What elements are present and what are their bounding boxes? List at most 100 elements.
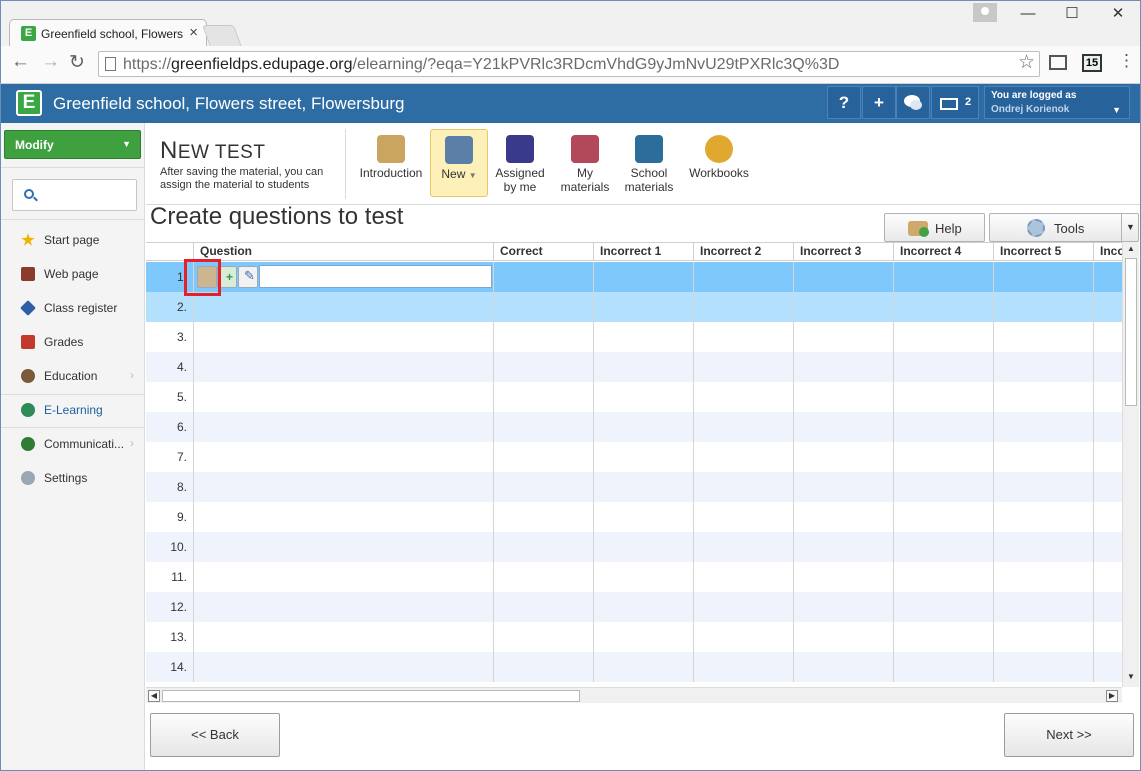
favicon-icon: E bbox=[21, 26, 36, 41]
cell-divider bbox=[793, 562, 794, 592]
column-header-incorrect-3[interactable]: Incorrect 3 bbox=[793, 243, 893, 261]
table-row[interactable]: 7. bbox=[146, 442, 1122, 472]
cell-divider bbox=[493, 352, 494, 382]
calendar-extension-icon[interactable]: 15 bbox=[1082, 54, 1102, 72]
window-close-icon[interactable]: ✕ bbox=[1103, 4, 1133, 24]
cell-divider bbox=[593, 532, 594, 562]
table-row[interactable]: 5. bbox=[146, 382, 1122, 412]
table-row[interactable]: 11. bbox=[146, 562, 1122, 592]
column-header-incorrect-2[interactable]: Incorrect 2 bbox=[693, 243, 793, 261]
column-header-incorrect-1[interactable]: Incorrect 1 bbox=[593, 243, 693, 261]
chat-button[interactable] bbox=[896, 86, 930, 119]
my-materials-button[interactable]: My materials bbox=[554, 129, 616, 197]
horizontal-scrollbar[interactable]: ◀ ▶ bbox=[146, 687, 1122, 703]
vertical-scrollbar[interactable]: ▲ ▼ bbox=[1122, 242, 1139, 687]
sidebar-item-communication[interactable]: Communicati... › bbox=[1, 427, 145, 461]
cell-divider bbox=[993, 502, 994, 532]
workbooks-button[interactable]: Workbooks bbox=[684, 129, 754, 197]
row-number: 9. bbox=[176, 510, 187, 524]
table-row[interactable]: 2. bbox=[146, 292, 1122, 322]
column-header-incorrect-6[interactable]: Inco bbox=[1093, 243, 1122, 261]
minimize-icon[interactable]: — bbox=[1013, 4, 1043, 24]
messages-button[interactable]: 2 bbox=[931, 86, 979, 119]
table-row[interactable]: 10. bbox=[146, 532, 1122, 562]
sidebar-item-start-page[interactable]: Start page bbox=[1, 223, 145, 257]
browser-menu-icon[interactable]: ⋮ bbox=[1118, 51, 1135, 71]
row-number: 14. bbox=[170, 660, 187, 674]
new-tab-button[interactable] bbox=[201, 25, 243, 47]
table-row[interactable]: 8. bbox=[146, 472, 1122, 502]
table-row[interactable]: 4. bbox=[146, 352, 1122, 382]
cell-divider bbox=[993, 412, 994, 442]
scroll-down-icon[interactable]: ▼ bbox=[1126, 672, 1136, 684]
sidebar-item-settings[interactable]: Settings bbox=[1, 461, 145, 495]
page-icon bbox=[105, 57, 116, 71]
next-button[interactable]: Next >> bbox=[1004, 713, 1134, 757]
maximize-icon[interactable]: ☐ bbox=[1057, 4, 1087, 24]
table-row[interactable]: 3. bbox=[146, 322, 1122, 352]
cell-divider bbox=[693, 562, 694, 592]
user-menu[interactable]: You are logged as Ondrej Korienok ▼ bbox=[984, 86, 1130, 119]
help-button[interactable]: Help bbox=[884, 213, 985, 242]
url-field[interactable]: https://greenfieldps.edupage.org/elearni… bbox=[98, 51, 1040, 77]
help-button[interactable]: ? bbox=[827, 86, 861, 119]
table-row[interactable]: 12. bbox=[146, 592, 1122, 622]
reload-icon[interactable]: ↻ bbox=[69, 51, 85, 74]
assigned-by-me-button[interactable]: Assigned by me bbox=[491, 129, 549, 197]
browser-tab[interactable]: E Greenfield school, Flowers × bbox=[9, 19, 207, 47]
table-row[interactable]: 14. bbox=[146, 652, 1122, 682]
cell-divider bbox=[993, 532, 994, 562]
sidebar-item-grades[interactable]: Grades bbox=[1, 325, 145, 359]
tab-close-icon[interactable]: × bbox=[189, 24, 198, 41]
chat-icon bbox=[904, 95, 922, 110]
scroll-left-icon[interactable]: ◀ bbox=[148, 690, 160, 702]
cell-divider bbox=[793, 622, 794, 652]
bookmark-star-icon[interactable]: ☆ bbox=[1018, 51, 1035, 74]
profile-icon[interactable] bbox=[973, 3, 997, 22]
table-row[interactable]: 6. bbox=[146, 412, 1122, 442]
column-header-correct[interactable]: Correct bbox=[493, 243, 593, 261]
cast-icon[interactable] bbox=[1049, 55, 1067, 70]
sidebar-item-web-page[interactable]: Web page bbox=[1, 257, 145, 291]
column-header-question[interactable]: Question bbox=[193, 243, 493, 261]
modify-button[interactable]: Modify ▼ bbox=[4, 130, 141, 159]
chevron-down-icon[interactable]: ▼ bbox=[1121, 214, 1139, 241]
table-row[interactable]: 1. + ✎ bbox=[146, 262, 1122, 292]
gear-icon bbox=[1027, 219, 1045, 237]
sidebar-item-e-learning[interactable]: E-Learning bbox=[1, 393, 145, 427]
forward-arrow-icon[interactable]: → bbox=[41, 51, 60, 73]
toolbar: NEW TEST After saving the material, you … bbox=[146, 123, 1140, 205]
new-button[interactable]: New ▼ bbox=[430, 129, 488, 197]
cell-divider bbox=[893, 352, 894, 382]
school-materials-button[interactable]: School materials bbox=[618, 129, 680, 197]
add-button[interactable]: + bbox=[862, 86, 896, 119]
globe-icon bbox=[21, 403, 35, 417]
my-materials-label: My materials bbox=[560, 166, 610, 194]
page-title: NEW TEST bbox=[160, 137, 266, 164]
cell-divider bbox=[793, 292, 794, 322]
scroll-up-icon[interactable]: ▲ bbox=[1126, 244, 1136, 256]
scrollbar-thumb[interactable] bbox=[162, 690, 580, 702]
table-row[interactable]: 13. bbox=[146, 622, 1122, 652]
column-header-incorrect-4[interactable]: Incorrect 4 bbox=[893, 243, 993, 261]
column-header-incorrect-5[interactable]: Incorrect 5 bbox=[993, 243, 1093, 261]
edupage-logo[interactable]: E bbox=[16, 90, 42, 116]
scroll-right-icon[interactable]: ▶ bbox=[1106, 690, 1118, 702]
table-row[interactable]: 9. bbox=[146, 502, 1122, 532]
search-input[interactable] bbox=[41, 186, 131, 204]
star-icon bbox=[21, 233, 35, 246]
section-title: Create questions to test bbox=[150, 203, 404, 230]
introduction-button[interactable]: Introduction bbox=[356, 129, 426, 197]
row-number: 8. bbox=[176, 480, 187, 494]
edit-button[interactable]: ✎ bbox=[238, 266, 258, 288]
school-name[interactable]: Greenfield school, Flowers street, Flowe… bbox=[53, 94, 404, 114]
scrollbar-thumb[interactable] bbox=[1125, 258, 1137, 406]
cell-divider bbox=[493, 592, 494, 622]
question-input[interactable] bbox=[259, 265, 492, 288]
back-arrow-icon[interactable]: ← bbox=[11, 51, 30, 73]
sidebar-item-education[interactable]: Education › bbox=[1, 359, 145, 393]
back-button[interactable]: << Back bbox=[150, 713, 280, 757]
tools-button[interactable]: Tools ▼ bbox=[989, 213, 1139, 242]
sidebar-item-class-register[interactable]: Class register bbox=[1, 291, 145, 325]
search-box[interactable] bbox=[12, 179, 137, 211]
